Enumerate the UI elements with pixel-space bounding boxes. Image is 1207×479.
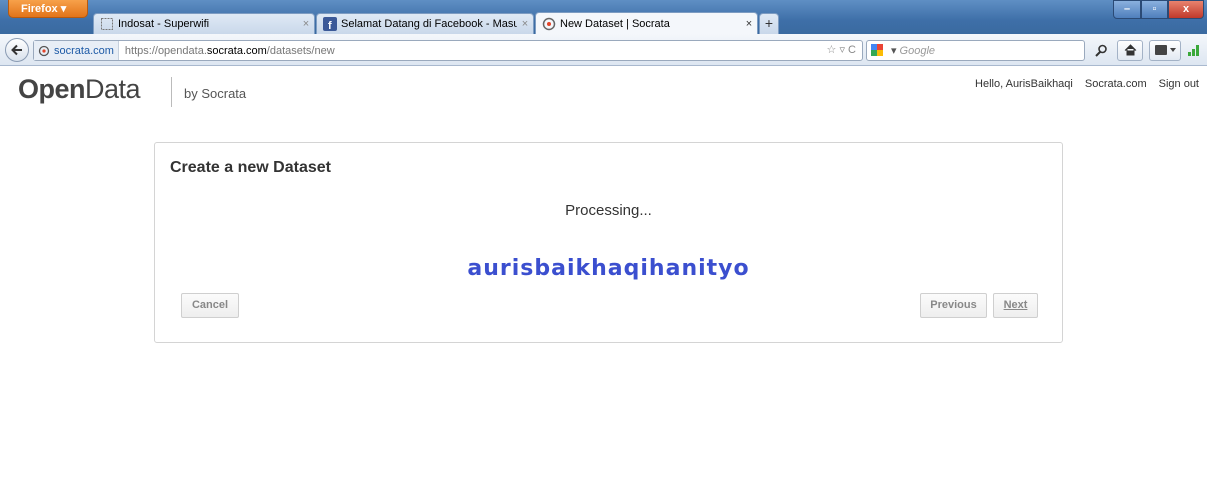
search-engine-dropdown[interactable]: ▾ xyxy=(891,44,897,57)
restore-button[interactable]: ▫ xyxy=(1141,0,1168,19)
site-identity-label: socrata.com xyxy=(54,44,114,57)
opendata-logo[interactable]: OpenData xyxy=(18,74,141,105)
address-bar[interactable]: socrata.com https://opendata.socrata.com… xyxy=(33,40,863,61)
tab-label: Indosat - Superwifi xyxy=(118,18,210,30)
previous-button[interactable]: Previous xyxy=(920,293,987,318)
create-dataset-panel: Create a new Dataset Processing... auris… xyxy=(154,142,1063,343)
tab-new-dataset[interactable]: New Dataset | Socrata × xyxy=(535,12,758,35)
url-path: /datasets/new xyxy=(266,44,335,57)
tab-close-icon[interactable]: × xyxy=(298,18,314,30)
signal-icon xyxy=(1185,40,1203,61)
new-tab-button[interactable]: + xyxy=(759,13,779,34)
page-icon xyxy=(101,18,113,30)
close-window-button[interactable]: x xyxy=(1168,0,1204,19)
home-icon[interactable] xyxy=(1117,40,1143,61)
svg-text:f: f xyxy=(328,20,332,31)
logo-open-text: Open xyxy=(18,74,86,104)
addon-menu-icon[interactable] xyxy=(1149,40,1181,61)
logo-data-text: Data xyxy=(85,74,141,104)
watermark-text: aurisbaikhaqihanityo xyxy=(467,256,750,281)
by-socrata-label: by Socrata xyxy=(184,86,247,101)
sign-out-link[interactable]: Sign out xyxy=(1159,78,1199,90)
tab-close-icon[interactable]: × xyxy=(741,18,757,30)
back-arrow-icon[interactable] xyxy=(5,38,29,62)
tab-facebook[interactable]: f Selamat Datang di Facebook - Masuk... … xyxy=(316,13,534,34)
search-placeholder: Google xyxy=(899,44,936,57)
tab-label: Selamat Datang di Facebook - Masuk... xyxy=(341,18,517,30)
panel-title: Create a new Dataset xyxy=(170,159,331,176)
processing-status: Processing... xyxy=(565,202,652,219)
tab-indosat[interactable]: Indosat - Superwifi × xyxy=(93,13,315,34)
facebook-icon: f xyxy=(323,17,337,31)
page-header: OpenData by Socrata Hello, AurisBaikhaqi… xyxy=(0,67,1207,113)
socrata-icon xyxy=(542,17,556,31)
greeting-link[interactable]: Hello, AurisBaikhaqi xyxy=(975,78,1073,90)
socrata-icon xyxy=(38,45,50,56)
tab-close-icon[interactable]: × xyxy=(517,18,533,30)
site-identity-button[interactable]: socrata.com xyxy=(34,41,119,60)
url-domain: socrata.com xyxy=(206,44,267,57)
navigation-bar: socrata.com https://opendata.socrata.com… xyxy=(0,34,1207,66)
minimize-button[interactable]: – xyxy=(1113,0,1141,19)
google-icon[interactable] xyxy=(871,43,887,58)
search-bar[interactable]: ▾ Google xyxy=(866,40,1085,61)
url-text: https://opendata.socrata.com/datasets/ne… xyxy=(119,45,335,57)
user-links: Hello, AurisBaikhaqi Socrata.com Sign ou… xyxy=(975,78,1199,90)
search-icon[interactable] xyxy=(1091,40,1111,61)
tab-label: New Dataset | Socrata xyxy=(560,18,670,30)
browser-tab-bar: Firefox ▾ Indosat - Superwifi × f Selama… xyxy=(0,0,1207,35)
socrata-com-link[interactable]: Socrata.com xyxy=(1085,78,1147,90)
url-prefix: https://opendata. xyxy=(124,44,207,57)
bookmark-reload-icons[interactable]: ☆ ▿ C xyxy=(827,43,856,56)
cancel-button[interactable]: Cancel xyxy=(181,293,239,318)
next-button[interactable]: Next xyxy=(993,293,1038,318)
firefox-menu-button[interactable]: Firefox ▾ xyxy=(8,0,88,18)
logo-divider xyxy=(171,77,172,107)
